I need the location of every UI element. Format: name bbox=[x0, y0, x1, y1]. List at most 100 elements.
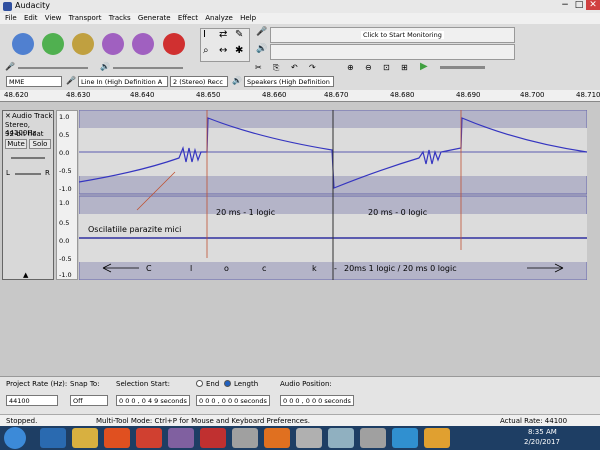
host-select[interactable]: MME bbox=[6, 76, 62, 87]
scale-label: 0.5 bbox=[59, 131, 70, 139]
clock-date: 2/20/2017 bbox=[524, 438, 560, 446]
collapse-track-icon[interactable]: ▲ bbox=[23, 271, 28, 279]
selection-start-label: Selection Start: bbox=[116, 380, 170, 388]
title-bar: Audacity − □ ✕ bbox=[0, 0, 600, 13]
minimize-button[interactable]: − bbox=[558, 0, 572, 10]
speaker-icon: 🔊 bbox=[100, 62, 110, 71]
fit-selection-icon[interactable]: ⊡ bbox=[383, 63, 390, 72]
menu-analyze[interactable]: Analyze bbox=[205, 14, 233, 22]
input-device-select[interactable]: Line In (High Definition A bbox=[78, 76, 168, 87]
multi-tool-icon[interactable]: ✱ bbox=[235, 45, 243, 56]
selection-tool-icon[interactable]: I bbox=[203, 29, 206, 40]
stop-button[interactable] bbox=[72, 33, 94, 55]
gain-slider[interactable] bbox=[11, 157, 45, 159]
clock-letter-k: k bbox=[312, 264, 317, 273]
chrome-icon[interactable] bbox=[136, 428, 162, 448]
menu-view[interactable]: View bbox=[45, 14, 62, 22]
monitoring-hint[interactable]: Click to Start Monitoring bbox=[361, 31, 444, 39]
draw-tool-icon[interactable]: ✎ bbox=[235, 29, 243, 40]
timeshift-tool-icon[interactable]: ↔ bbox=[219, 45, 227, 56]
snap-select[interactable]: Off bbox=[70, 395, 108, 406]
play-speed-slider[interactable] bbox=[440, 66, 485, 69]
close-button[interactable]: ✕ bbox=[586, 0, 600, 10]
maximize-button[interactable]: □ bbox=[572, 0, 586, 10]
playback-meter[interactable] bbox=[270, 44, 515, 60]
length-radio[interactable] bbox=[224, 380, 231, 387]
record-meter[interactable]: Click to Start Monitoring bbox=[270, 27, 515, 43]
input-volume-slider[interactable] bbox=[18, 67, 88, 69]
clock-description: 20ms 1 logic / 20 ms 0 logic bbox=[344, 264, 457, 273]
scale-label: 1.0 bbox=[59, 113, 70, 121]
ie-icon[interactable] bbox=[40, 428, 66, 448]
app-icon[interactable] bbox=[328, 428, 354, 448]
undo-icon[interactable]: ↶ bbox=[291, 63, 298, 72]
timeline-ruler[interactable]: 48.620 48.630 48.640 48.650 48.660 48.67… bbox=[0, 90, 600, 102]
copy-icon[interactable]: ⎘ bbox=[273, 63, 279, 73]
menu-effect[interactable]: Effect bbox=[178, 14, 198, 22]
fit-project-icon[interactable]: ⊞ bbox=[401, 63, 408, 72]
project-rate-label: Project Rate (Hz): bbox=[6, 380, 68, 388]
status-hint: Multi-Tool Mode: Ctrl+P for Mouse and Ke… bbox=[96, 417, 310, 425]
ruler-tick: 48.670 bbox=[324, 91, 349, 99]
zoom-tool-icon[interactable]: ⌕ bbox=[203, 45, 209, 56]
skip-start-button[interactable] bbox=[102, 33, 124, 55]
toolbar-area: I ⇄ ✎ ⌕ ↔ ✱ 🎤 Click to Start Monitoring … bbox=[0, 24, 600, 90]
project-rate-select[interactable]: 44100 bbox=[6, 395, 58, 406]
matlab-icon[interactable] bbox=[264, 428, 290, 448]
close-track-icon[interactable]: ✕ bbox=[5, 112, 11, 120]
menu-tracks[interactable]: Tracks bbox=[109, 14, 131, 22]
mic-meter-icon: 🎤 bbox=[256, 27, 268, 37]
zoom-out-icon[interactable]: ⊖ bbox=[365, 63, 372, 72]
oscillation-annotation: Oscilatiile parazite mici bbox=[88, 225, 182, 234]
vertical-scale[interactable]: 1.0 0.5 0.0 -0.5 -1.0 1.0 0.5 0.0 -0.5 -… bbox=[56, 110, 78, 280]
app-icon[interactable] bbox=[200, 428, 226, 448]
ruler-tick: 48.680 bbox=[390, 91, 415, 99]
app-icon[interactable] bbox=[392, 428, 418, 448]
app-icon[interactable] bbox=[360, 428, 386, 448]
pause-button[interactable] bbox=[12, 33, 34, 55]
end-radio[interactable] bbox=[196, 380, 203, 387]
menu-file[interactable]: File bbox=[5, 14, 17, 22]
cut-icon[interactable]: ✂ bbox=[255, 63, 262, 72]
pan-right-label: R bbox=[45, 169, 50, 177]
menu-edit[interactable]: Edit bbox=[24, 14, 38, 22]
selection-start-field[interactable]: 0 0 0 , 0 4 9 seconds bbox=[116, 395, 190, 406]
start-button-icon[interactable] bbox=[4, 427, 26, 449]
output-volume-slider[interactable] bbox=[113, 67, 183, 69]
output-device-select[interactable]: Speakers (High Definition bbox=[244, 76, 334, 87]
app-icon[interactable] bbox=[232, 428, 258, 448]
redo-icon[interactable]: ↷ bbox=[309, 63, 316, 72]
explorer-icon[interactable] bbox=[72, 428, 98, 448]
pan-left-label: L bbox=[6, 169, 10, 177]
scale-label: 0.0 bbox=[59, 149, 70, 157]
audacity-taskbar-icon[interactable] bbox=[424, 428, 450, 448]
waveform-area[interactable] bbox=[79, 110, 587, 280]
menu-help[interactable]: Help bbox=[240, 14, 256, 22]
skip-end-button[interactable] bbox=[132, 33, 154, 55]
clock-letter-c: C bbox=[146, 264, 152, 273]
play-button[interactable] bbox=[42, 33, 64, 55]
play-at-speed-icon[interactable]: ▶ bbox=[420, 61, 428, 72]
menu-bar: File Edit View Transport Tracks Generate… bbox=[0, 13, 600, 24]
ruler-tick: 48.660 bbox=[262, 91, 287, 99]
app-icon[interactable] bbox=[296, 428, 322, 448]
channels-select[interactable]: 2 (Stereo) Recc bbox=[170, 76, 228, 87]
audio-position-field[interactable]: 0 0 0 , 0 0 0 seconds bbox=[280, 395, 354, 406]
solo-button[interactable]: Solo bbox=[29, 139, 51, 149]
mute-button[interactable]: Mute bbox=[5, 139, 27, 149]
clock-letter-o: o bbox=[224, 264, 229, 273]
app-icon[interactable] bbox=[168, 428, 194, 448]
tools-toolbar: I ⇄ ✎ ⌕ ↔ ✱ bbox=[200, 28, 250, 62]
pan-slider[interactable] bbox=[15, 173, 41, 175]
track-name-menu[interactable]: Audio Track bbox=[12, 112, 52, 120]
record-button[interactable] bbox=[163, 33, 185, 55]
length-field[interactable]: 0 0 0 , 0 0 0 seconds bbox=[196, 395, 270, 406]
zoom-in-icon[interactable]: ⊕ bbox=[347, 63, 354, 72]
ruler-tick: 48.710 bbox=[576, 91, 600, 99]
menu-transport[interactable]: Transport bbox=[69, 14, 102, 22]
menu-generate[interactable]: Generate bbox=[138, 14, 171, 22]
envelope-tool-icon[interactable]: ⇄ bbox=[219, 29, 227, 40]
selection-toolbar: Project Rate (Hz): 44100 Snap To: Off Se… bbox=[0, 376, 600, 414]
ruler-tick: 48.630 bbox=[66, 91, 91, 99]
media-player-icon[interactable] bbox=[104, 428, 130, 448]
